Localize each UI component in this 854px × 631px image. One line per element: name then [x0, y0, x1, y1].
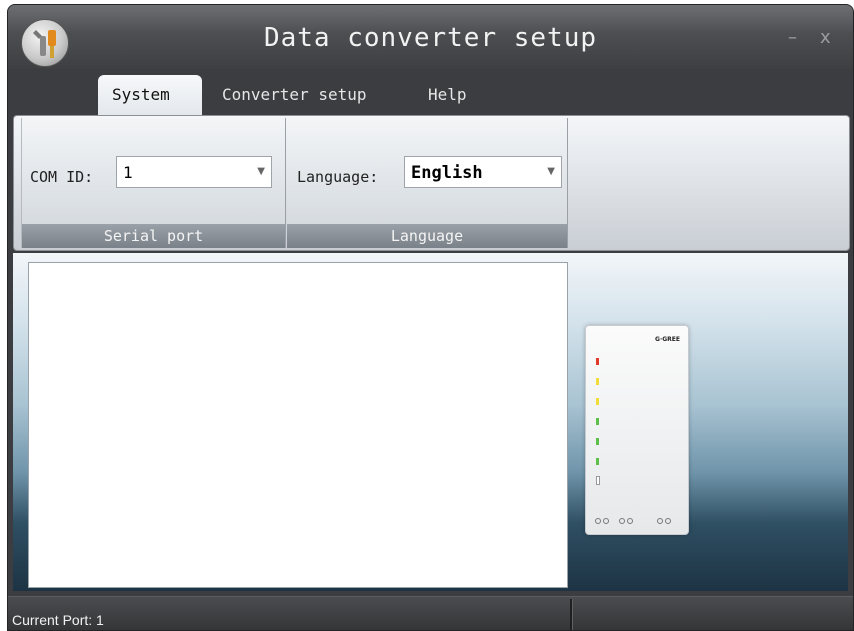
language-group: Language: English ▼ Language: [287, 118, 568, 248]
converter-device-image: G·GREE: [585, 325, 689, 535]
com-id-select[interactable]: 1 ▼: [116, 156, 272, 188]
device-brand-logo: G·GREE: [655, 336, 680, 343]
tab-converter-setup[interactable]: Converter setup: [208, 75, 381, 115]
app-window: Data converter setup – x System Converte…: [7, 4, 854, 631]
close-button[interactable]: x: [820, 27, 831, 48]
com-id-value: 1: [123, 163, 133, 182]
serial-port-group-label: Serial port: [22, 224, 285, 248]
title-bar[interactable]: Data converter setup – x: [8, 5, 853, 69]
log-panel[interactable]: [28, 262, 568, 588]
port-connectors-icon: [595, 518, 671, 524]
reset-button-icon: [596, 476, 600, 485]
chevron-down-icon: ▼: [257, 166, 265, 177]
window-title: Data converter setup: [263, 23, 598, 53]
power-led-icon: [596, 358, 599, 365]
ribbon-panel: COM ID: 1 ▼ Serial port Language: Englis…: [13, 115, 850, 251]
language-select[interactable]: English ▼: [404, 156, 562, 188]
led-icon: [596, 458, 599, 465]
status-divider: [570, 599, 573, 630]
language-label: Language:: [297, 168, 379, 186]
led-icon: [596, 398, 599, 405]
minimize-button[interactable]: –: [788, 27, 797, 48]
led-icon: [596, 438, 599, 445]
serial-port-group: COM ID: 1 ▼ Serial port: [21, 118, 286, 248]
chevron-down-icon: ▼: [547, 166, 555, 177]
language-value: English: [411, 163, 483, 183]
status-bar: Current Port: 1: [8, 596, 853, 630]
main-content: G·GREE: [13, 253, 848, 591]
menu-bar: System Converter setup Help: [8, 69, 853, 115]
led-icon: [596, 378, 599, 385]
led-icon: [596, 418, 599, 425]
language-group-label: Language: [287, 224, 567, 248]
tab-help[interactable]: Help: [414, 75, 481, 115]
tab-system[interactable]: System: [98, 75, 202, 115]
current-port-status: Current Port: 1: [12, 612, 104, 628]
com-id-label: COM ID:: [30, 168, 94, 186]
